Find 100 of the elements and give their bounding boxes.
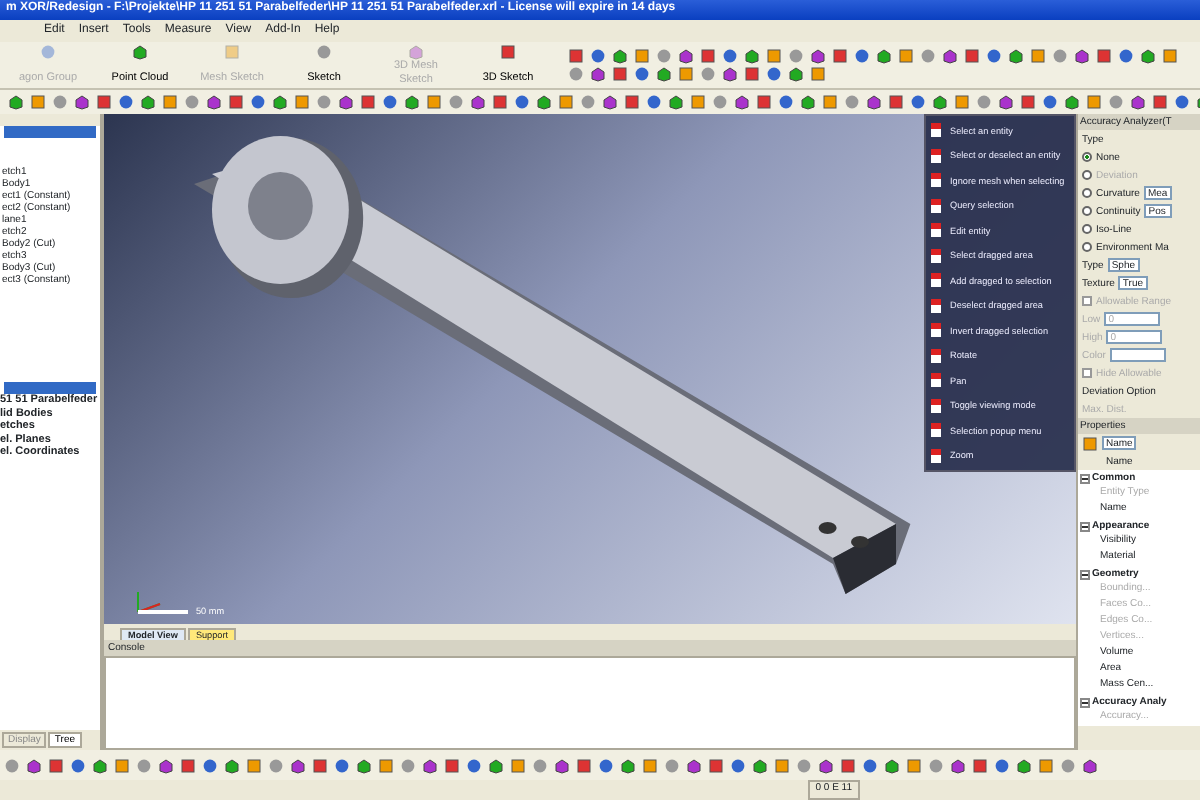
square-icon[interactable] xyxy=(1038,757,1054,773)
cube-icon[interactable] xyxy=(272,94,288,110)
cube-icon[interactable] xyxy=(932,94,948,110)
square-icon[interactable] xyxy=(906,757,922,773)
square-icon[interactable] xyxy=(1086,94,1102,110)
cube-icon[interactable] xyxy=(488,757,504,773)
square-icon[interactable] xyxy=(612,66,628,82)
square-icon[interactable] xyxy=(744,66,760,82)
square-icon[interactable] xyxy=(30,94,46,110)
square-icon[interactable] xyxy=(228,94,244,110)
sphere-icon[interactable] xyxy=(730,757,746,773)
radio-button[interactable] xyxy=(1082,206,1092,216)
cube-icon[interactable] xyxy=(140,94,156,110)
sphere-icon[interactable] xyxy=(70,757,86,773)
collapse-icon[interactable] xyxy=(1080,473,1090,483)
square-icon[interactable] xyxy=(954,94,970,110)
cube-icon[interactable] xyxy=(884,757,900,773)
collapse-icon[interactable] xyxy=(1080,569,1090,579)
square-icon[interactable] xyxy=(964,48,980,64)
square-icon[interactable] xyxy=(1162,48,1178,64)
square-icon[interactable] xyxy=(642,757,658,773)
cube-icon[interactable] xyxy=(866,94,882,110)
square-icon[interactable] xyxy=(832,48,848,64)
cube-icon[interactable] xyxy=(290,757,306,773)
cube-icon[interactable] xyxy=(942,48,958,64)
cube-icon[interactable] xyxy=(74,94,90,110)
square-icon[interactable] xyxy=(96,94,112,110)
cube-icon[interactable] xyxy=(1082,757,1098,773)
square-icon[interactable] xyxy=(766,48,782,64)
sphere-icon[interactable] xyxy=(382,94,398,110)
square-icon[interactable] xyxy=(568,48,584,64)
cube-icon[interactable] xyxy=(224,757,240,773)
square-icon[interactable] xyxy=(810,66,826,82)
cube-icon[interactable] xyxy=(1064,94,1080,110)
square-icon[interactable] xyxy=(576,757,592,773)
sphere-icon[interactable] xyxy=(1042,94,1058,110)
square-icon[interactable] xyxy=(840,757,856,773)
square-icon[interactable] xyxy=(1152,94,1168,110)
cube-icon[interactable] xyxy=(206,94,222,110)
square-icon[interactable] xyxy=(700,48,716,64)
square-icon[interactable] xyxy=(500,44,516,60)
square-icon[interactable] xyxy=(360,94,376,110)
sphere-icon[interactable] xyxy=(250,94,266,110)
sphere-icon[interactable] xyxy=(994,757,1010,773)
square-icon[interactable] xyxy=(1020,94,1036,110)
square-icon[interactable] xyxy=(378,757,394,773)
cube-icon[interactable] xyxy=(470,94,486,110)
square-icon[interactable] xyxy=(1082,435,1098,451)
square-icon[interactable] xyxy=(774,757,790,773)
cube-icon[interactable] xyxy=(1130,94,1146,110)
square-icon[interactable] xyxy=(972,757,988,773)
square-icon[interactable] xyxy=(898,48,914,64)
checkbox[interactable] xyxy=(1082,296,1092,306)
square-icon[interactable] xyxy=(756,94,772,110)
collapse-icon[interactable] xyxy=(1080,697,1090,707)
collapse-icon[interactable] xyxy=(1080,521,1090,531)
square-icon[interactable] xyxy=(444,757,460,773)
square-icon[interactable] xyxy=(678,66,694,82)
square-icon[interactable] xyxy=(246,757,262,773)
square-icon[interactable] xyxy=(1030,48,1046,64)
cube-icon[interactable] xyxy=(92,757,108,773)
cube-icon[interactable] xyxy=(554,757,570,773)
radio-button[interactable] xyxy=(1082,242,1092,252)
square-icon[interactable] xyxy=(492,94,508,110)
square-icon[interactable] xyxy=(1096,48,1112,64)
sphere-icon[interactable] xyxy=(910,94,926,110)
cube-icon[interactable] xyxy=(1074,48,1090,64)
cube-icon[interactable] xyxy=(876,48,892,64)
cube-icon[interactable] xyxy=(1140,48,1156,64)
cube-icon[interactable] xyxy=(818,757,834,773)
sphere-icon[interactable] xyxy=(862,757,878,773)
cube-icon[interactable] xyxy=(686,757,702,773)
square-icon[interactable] xyxy=(294,94,310,110)
square-icon[interactable] xyxy=(822,94,838,110)
cube-icon[interactable] xyxy=(998,94,1014,110)
sphere-icon[interactable] xyxy=(118,94,134,110)
square-icon[interactable] xyxy=(708,757,724,773)
sphere-icon[interactable] xyxy=(466,757,482,773)
cube-icon[interactable] xyxy=(356,757,372,773)
sphere-icon[interactable] xyxy=(1118,48,1134,64)
cube-icon[interactable] xyxy=(8,94,24,110)
cube-icon[interactable] xyxy=(158,757,174,773)
cube-icon[interactable] xyxy=(404,94,420,110)
cube-icon[interactable] xyxy=(26,757,42,773)
radio-button[interactable] xyxy=(1082,188,1092,198)
radio-button[interactable] xyxy=(1082,224,1092,234)
sphere-icon[interactable] xyxy=(986,48,1002,64)
sphere-icon[interactable] xyxy=(334,757,350,773)
cube-icon[interactable] xyxy=(536,94,552,110)
cube-icon[interactable] xyxy=(752,757,768,773)
sphere-icon[interactable] xyxy=(1174,94,1190,110)
square-icon[interactable] xyxy=(180,757,196,773)
sphere-icon[interactable] xyxy=(598,757,614,773)
checkbox[interactable] xyxy=(1082,368,1092,378)
radio-button[interactable] xyxy=(1082,152,1092,162)
square-icon[interactable] xyxy=(690,94,706,110)
cube-icon[interactable] xyxy=(950,757,966,773)
sphere-icon[interactable] xyxy=(854,48,870,64)
cube-icon[interactable] xyxy=(1008,48,1024,64)
cube-icon[interactable] xyxy=(620,757,636,773)
